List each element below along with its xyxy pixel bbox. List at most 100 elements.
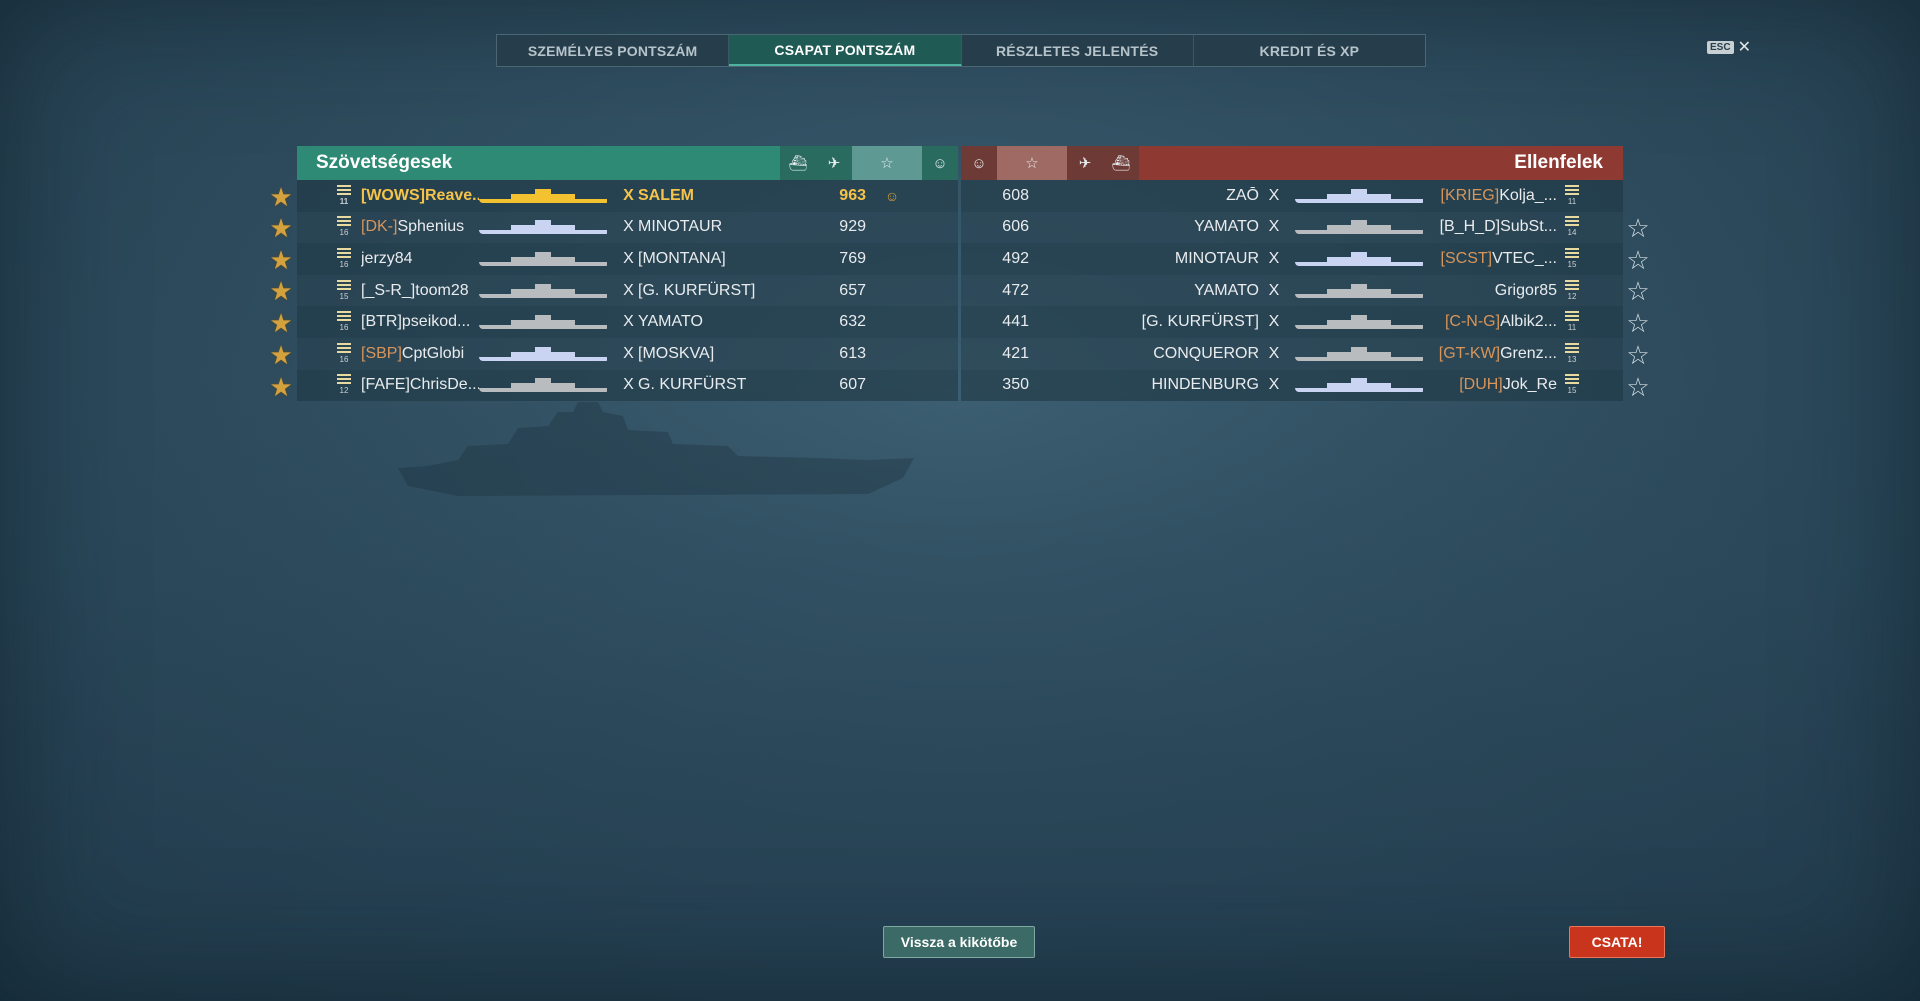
star-outline-icon[interactable]: ☆ — [1624, 245, 1652, 275]
rank-icon: 12 — [1565, 279, 1579, 302]
player-name: [FAFE]ChrisDe... — [361, 376, 479, 394]
alive-status-icon: ☺ — [884, 187, 900, 204]
star-icon[interactable]: ★ — [267, 372, 295, 402]
score-star-icon[interactable]: ☆ — [997, 146, 1067, 180]
close-icon: ✕ — [1737, 39, 1751, 56]
table-row[interactable]: 492 MINOTAUR X [SCST]VTEC_... 15 — [961, 243, 1623, 275]
tier-label: X — [1268, 186, 1280, 204]
rank-icon: 16 — [337, 342, 351, 365]
player-score: 350 — [1002, 376, 1029, 394]
table-row[interactable]: 350 HINDENBURG X [DUH]Jok_Re 15 — [961, 369, 1623, 402]
tier-label: X — [623, 186, 634, 204]
table-row[interactable]: 11 [WOWS]Reave... X SALEM 963 ☺ — [297, 180, 958, 212]
allies-header: Szövetségesek ⛴ ✈ ☆ ☺ — [297, 146, 958, 180]
table-row[interactable]: 606 YAMATO X [B_H_D]SubSt... 14 — [961, 211, 1623, 244]
player-score: 657 — [839, 281, 866, 299]
table-row[interactable]: 421 CONQUEROR X [GT-KW]Grenz... 13 — [961, 337, 1623, 370]
table-row[interactable]: 472 YAMATO X Grigor85 12 — [961, 274, 1623, 307]
player-name: [BTR]pseikod... — [361, 313, 471, 331]
star-icon[interactable]: ★ — [267, 182, 295, 212]
ship-icon — [479, 315, 607, 330]
ship-name: G. KURFÜRST — [638, 376, 747, 394]
ship-name: MINOTAUR — [638, 218, 723, 236]
battle-button[interactable]: CSATA! — [1569, 926, 1665, 958]
aircraft-destroyed-icon[interactable]: ✈ — [1067, 146, 1103, 180]
ship-name: [G. KURFÜRST] — [638, 281, 756, 299]
rank-icon: 11 — [1565, 311, 1579, 333]
table-row[interactable]: 12 [FAFE]ChrisDe... X G. KURFÜRST 607 — [297, 369, 958, 402]
star-outline-icon[interactable]: ☆ — [1624, 276, 1652, 306]
tab-personal-score[interactable]: SZEMÉLYES PONTSZÁM — [497, 35, 730, 66]
ship-name: [MONTANA] — [638, 249, 726, 267]
ship-icon — [1295, 220, 1423, 235]
ship-icon — [479, 346, 607, 361]
star-icon[interactable]: ★ — [267, 276, 295, 306]
star-outline-icon[interactable]: ☆ — [1624, 213, 1652, 243]
back-to-port-button[interactable]: Vissza a kikötőbe — [883, 926, 1035, 958]
score-star-icon[interactable]: ☆ — [852, 146, 922, 180]
enemies-header: ☺ ☆ ✈ ⛴ Ellenfelek — [961, 146, 1623, 180]
player-score: 492 — [1002, 249, 1029, 267]
table-row[interactable]: 16 [BTR]pseikod... X YAMATO 632 — [297, 306, 958, 338]
tier-label: X — [623, 281, 634, 299]
player-score: 606 — [1002, 218, 1029, 236]
score-tabs: SZEMÉLYES PONTSZÁM CSAPAT PONTSZÁM RÉSZL… — [496, 34, 1426, 67]
sea-background — [0, 380, 1920, 1001]
ship-sunk-icon[interactable]: ⛴ — [1103, 146, 1139, 180]
enemies-list: 608 ZAŌ X [KRIEG]Kolja_... 11 606 YAMATO… — [961, 180, 1623, 402]
tab-credits-xp[interactable]: KREDIT ÉS XP — [1194, 35, 1425, 66]
player-score: 632 — [839, 313, 866, 331]
status-icon[interactable]: ☺ — [922, 146, 958, 180]
tier-label: X — [1268, 376, 1280, 394]
ship-icon — [1295, 346, 1423, 361]
ship-name: MINOTAUR — [1174, 249, 1259, 267]
tier-label: X — [623, 218, 634, 236]
table-row[interactable]: 15 [_S-R_]toom28 X [G. KURFÜRST] 657 — [297, 274, 958, 307]
tier-label: X — [1268, 344, 1280, 362]
player-name: [SCST]VTEC_... — [1440, 249, 1557, 267]
allies-panel: Szövetségesek ⛴ ✈ ☆ ☺ 11 [WOWS]Reave... … — [297, 146, 958, 402]
rank-icon: 12 — [337, 374, 351, 396]
ship-name: YAMATO — [1194, 281, 1259, 299]
ship-name: YAMATO — [1194, 218, 1259, 236]
player-name: [B_H_D]SubSt... — [1439, 218, 1557, 236]
player-name: [_S-R_]toom28 — [361, 281, 469, 299]
rank-icon: 16 — [337, 311, 351, 333]
player-name: Grigor85 — [1494, 281, 1557, 299]
rank-icon: 16 — [337, 247, 351, 270]
rank-icon: 11 — [337, 184, 351, 207]
close-button[interactable]: ESC ✕ — [1707, 37, 1751, 57]
star-outline-icon[interactable]: ☆ — [1624, 372, 1652, 402]
esc-key-label: ESC — [1707, 40, 1734, 54]
player-score: 963 — [839, 186, 866, 204]
star-icon[interactable]: ★ — [267, 245, 295, 275]
rank-icon: 14 — [1565, 216, 1579, 238]
star-outline-icon[interactable]: ☆ — [1624, 340, 1652, 370]
tab-team-score[interactable]: CSAPAT PONTSZÁM — [729, 35, 962, 66]
tab-detailed-report[interactable]: RÉSZLETES JELENTÉS — [962, 35, 1194, 66]
tier-label: X — [1268, 249, 1280, 267]
enemies-title: Ellenfelek — [1514, 152, 1603, 173]
star-outline-icon[interactable]: ☆ — [1624, 308, 1652, 338]
table-row[interactable]: 608 ZAŌ X [KRIEG]Kolja_... 11 — [961, 180, 1623, 212]
aircraft-destroyed-icon[interactable]: ✈ — [816, 146, 852, 180]
table-row[interactable]: 16 jerzy84 X [MONTANA] 769 — [297, 243, 958, 275]
ship-icon — [479, 188, 607, 203]
ship-name: [G. KURFÜRST] — [1141, 313, 1259, 331]
ship-icon — [1295, 251, 1423, 266]
tier-label: X — [1268, 281, 1280, 299]
status-icon[interactable]: ☺ — [961, 146, 997, 180]
star-icon[interactable]: ★ — [267, 308, 295, 338]
star-icon[interactable]: ★ — [267, 213, 295, 243]
rank-icon: 16 — [337, 216, 351, 238]
rank-icon: 11 — [1565, 184, 1579, 207]
table-row[interactable]: 16 [DK-]Sphenius X MINOTAUR 929 — [297, 211, 958, 244]
star-icon[interactable]: ★ — [267, 340, 295, 370]
ship-sunk-icon[interactable]: ⛴ — [780, 146, 816, 180]
player-score: 441 — [1002, 313, 1029, 331]
ship-icon — [1295, 315, 1423, 330]
table-row[interactable]: 441 [G. KURFÜRST] X [C-N-G]Albik2... 11 — [961, 306, 1623, 338]
tier-label: X — [623, 344, 634, 362]
table-row[interactable]: 16 [SBP]CptGlobi X [MOSKVA] 613 — [297, 337, 958, 370]
allies-list: 11 [WOWS]Reave... X SALEM 963 ☺ 16 [DK-]… — [297, 180, 958, 402]
